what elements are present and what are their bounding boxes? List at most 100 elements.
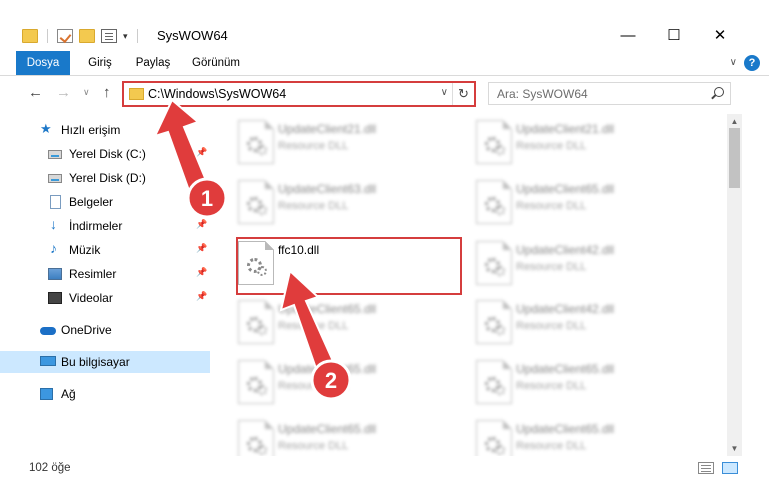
toolbar-separator [47,29,48,43]
file-tile[interactable]: UpdateClient65.dll Resource DLL [468,174,696,232]
close-button[interactable]: ✕ [697,25,743,47]
sidebar-item-label: İndirmeler [69,219,123,233]
pictures-icon [48,268,62,280]
cloud-icon [40,327,56,335]
file-type: Resource DLL [278,380,349,392]
ribbon-tabs: Dosya Giriş Paylaş Görünüm ∨ ? [0,50,769,76]
sidebar-item-quick-access[interactable]: ★ Hızlı erişim [0,119,210,141]
tiles-view-icon[interactable] [722,462,738,474]
file-name: UpdateClient65.dll [278,302,377,316]
sidebar-item-label: Yerel Disk (C:) [69,147,146,161]
sidebar-item-downloads[interactable]: ↓ İndirmeler 📌 [0,215,210,237]
file-tile[interactable]: UpdateClient21.dll Resource DLL [468,114,696,172]
file-name: UpdateClient65.dll [516,362,615,376]
file-type: Resource DLL [278,140,349,152]
navigation-bar: ← → ∨ ↑ C:\Windows\SysWOW64 ∨ ↻ Ara: Sys… [0,78,769,110]
file-type: Resource DLL [516,440,587,452]
network-icon [40,388,53,400]
computer-icon [40,356,56,366]
address-bar[interactable]: C:\Windows\SysWOW64 ∨ ↻ [122,81,476,107]
disk-icon [48,150,62,159]
sidebar-item-onedrive[interactable]: OneDrive [0,319,210,341]
refresh-button[interactable]: ↻ [452,83,474,105]
file-tile[interactable]: UpdateClient42.dll Resource DLL [468,294,696,352]
file-name: UpdateClient65.dll [516,422,615,436]
file-name: UpdateClient65.dll [278,422,377,436]
new-folder-icon[interactable] [79,29,95,43]
scrollbar-thumb[interactable] [729,128,740,188]
file-tile[interactable]: UpdateClient65.dll Resource DLL [230,354,458,412]
sidebar-item-label: Bu bilgisayar [61,355,130,369]
sidebar-item-documents[interactable]: Belgeler [0,191,210,213]
sidebar-item-label: Yerel Disk (D:) [69,171,146,185]
sidebar-item-local-disk-c[interactable]: Yerel Disk (C:) 📌 [0,143,210,165]
status-bar: 102 öğe [0,458,769,480]
file-tile[interactable]: UpdateClient65.dll Resource DLL [230,414,458,456]
search-icon[interactable] [714,87,724,97]
file-type: Resource DLL [278,200,349,212]
pin-icon[interactable]: 📌 [196,219,207,230]
file-tile[interactable]: UpdateClient63.dll Resource DLL [230,174,458,232]
dll-file-icon [238,360,274,404]
file-tile[interactable]: UpdateClient42.dll Resource DLL [468,235,696,293]
disk-icon [48,174,62,183]
music-icon: ♪ [50,240,57,256]
title-bar: ▾ SysWOW64 — ☐ ✕ [0,0,769,46]
pin-icon[interactable]: 📌 [196,147,207,158]
up-button[interactable]: ↑ [103,84,111,101]
pin-icon[interactable]: 📌 [196,243,207,254]
document-icon [50,195,61,209]
file-type: Resource DLL [278,440,349,452]
file-tile[interactable]: UpdateClient21.dll Resource DLL [230,114,458,172]
download-icon: ↓ [50,216,57,232]
highlight-box [236,237,462,295]
file-tile[interactable]: UpdateClient65.dll Resource DLL [468,414,696,456]
dll-file-icon [238,180,274,224]
forward-button[interactable]: → [56,84,71,101]
chevron-down-icon[interactable]: ▾ [123,31,128,42]
help-icon[interactable]: ? [744,55,760,71]
file-type: Resource DLL [516,261,587,273]
quick-access-toolbar: ▾ [22,28,141,44]
search-box[interactable]: Ara: SysWOW64 [488,82,731,105]
scroll-down-icon[interactable]: ▼ [727,441,742,456]
tab-file[interactable]: Dosya [16,51,70,75]
file-tile[interactable]: UpdateClient65.dll Resource DLL [468,354,696,412]
back-button[interactable]: ← [28,84,43,101]
tab-share[interactable]: Paylaş [130,50,176,76]
customize-icon[interactable] [101,29,117,43]
sidebar-item-network[interactable]: Ağ [0,383,210,405]
sidebar-item-pictures[interactable]: Resimler 📌 [0,263,210,285]
details-view-icon[interactable] [698,462,714,474]
file-tile[interactable]: UpdateClient65.dll Resource DLL [230,294,458,352]
videos-icon [48,292,62,304]
sidebar-item-music[interactable]: ♪ Müzik 📌 [0,239,210,261]
folder-icon [129,88,144,100]
properties-check-icon[interactable] [57,29,73,43]
sidebar-item-this-pc[interactable]: Bu bilgisayar [0,351,210,373]
file-name: UpdateClient63.dll [278,182,377,196]
chevron-down-icon[interactable]: ∨ [441,87,448,98]
file-name: UpdateClient42.dll [516,302,615,316]
recent-locations-button[interactable]: ∨ [83,87,90,98]
search-input[interactable]: Ara: SysWOW64 [497,87,588,101]
scroll-up-icon[interactable]: ▲ [727,114,742,129]
address-path[interactable]: C:\Windows\SysWOW64 [148,87,286,101]
file-type: Resource DLL [516,140,587,152]
dll-file-icon [476,120,512,164]
dll-file-icon [476,360,512,404]
maximize-button[interactable]: ☐ [651,25,697,47]
sidebar-item-local-disk-d[interactable]: Yerel Disk (D:) [0,167,210,189]
sidebar-item-videos[interactable]: Videolar 📌 [0,287,210,309]
tab-view[interactable]: Görünüm [186,50,246,76]
minimize-button[interactable]: — [605,25,651,47]
pin-icon[interactable]: 📌 [196,291,207,302]
sidebar-item-label: Videolar [69,291,113,305]
dll-file-icon [476,241,512,285]
tab-home[interactable]: Giriş [80,50,120,76]
chevron-down-icon[interactable]: ∨ [730,57,737,68]
dll-file-icon [476,180,512,224]
navigation-pane: ★ Hızlı erişim Yerel Disk (C:) 📌 Yerel D… [0,114,210,454]
pin-icon[interactable]: 📌 [196,267,207,278]
vertical-scrollbar[interactable]: ▲ ▼ [727,114,742,456]
